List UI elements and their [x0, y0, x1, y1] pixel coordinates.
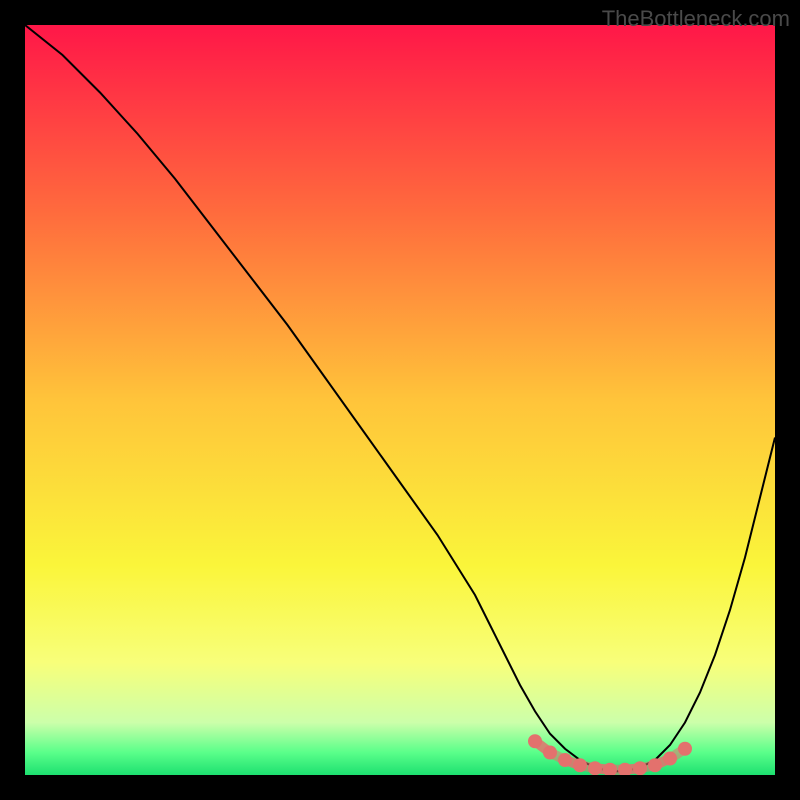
chart-container — [25, 25, 775, 775]
marker-dot — [663, 752, 677, 766]
marker-dot — [648, 758, 662, 772]
marker-dot — [528, 734, 542, 748]
watermark-text: TheBottleneck.com — [602, 6, 790, 32]
gradient-background — [25, 25, 775, 775]
chart-svg — [25, 25, 775, 775]
marker-dot — [678, 742, 692, 756]
marker-dot — [588, 761, 602, 775]
marker-dot — [543, 746, 557, 760]
marker-dot — [558, 753, 572, 767]
marker-dot — [573, 758, 587, 772]
marker-dot — [633, 761, 647, 775]
